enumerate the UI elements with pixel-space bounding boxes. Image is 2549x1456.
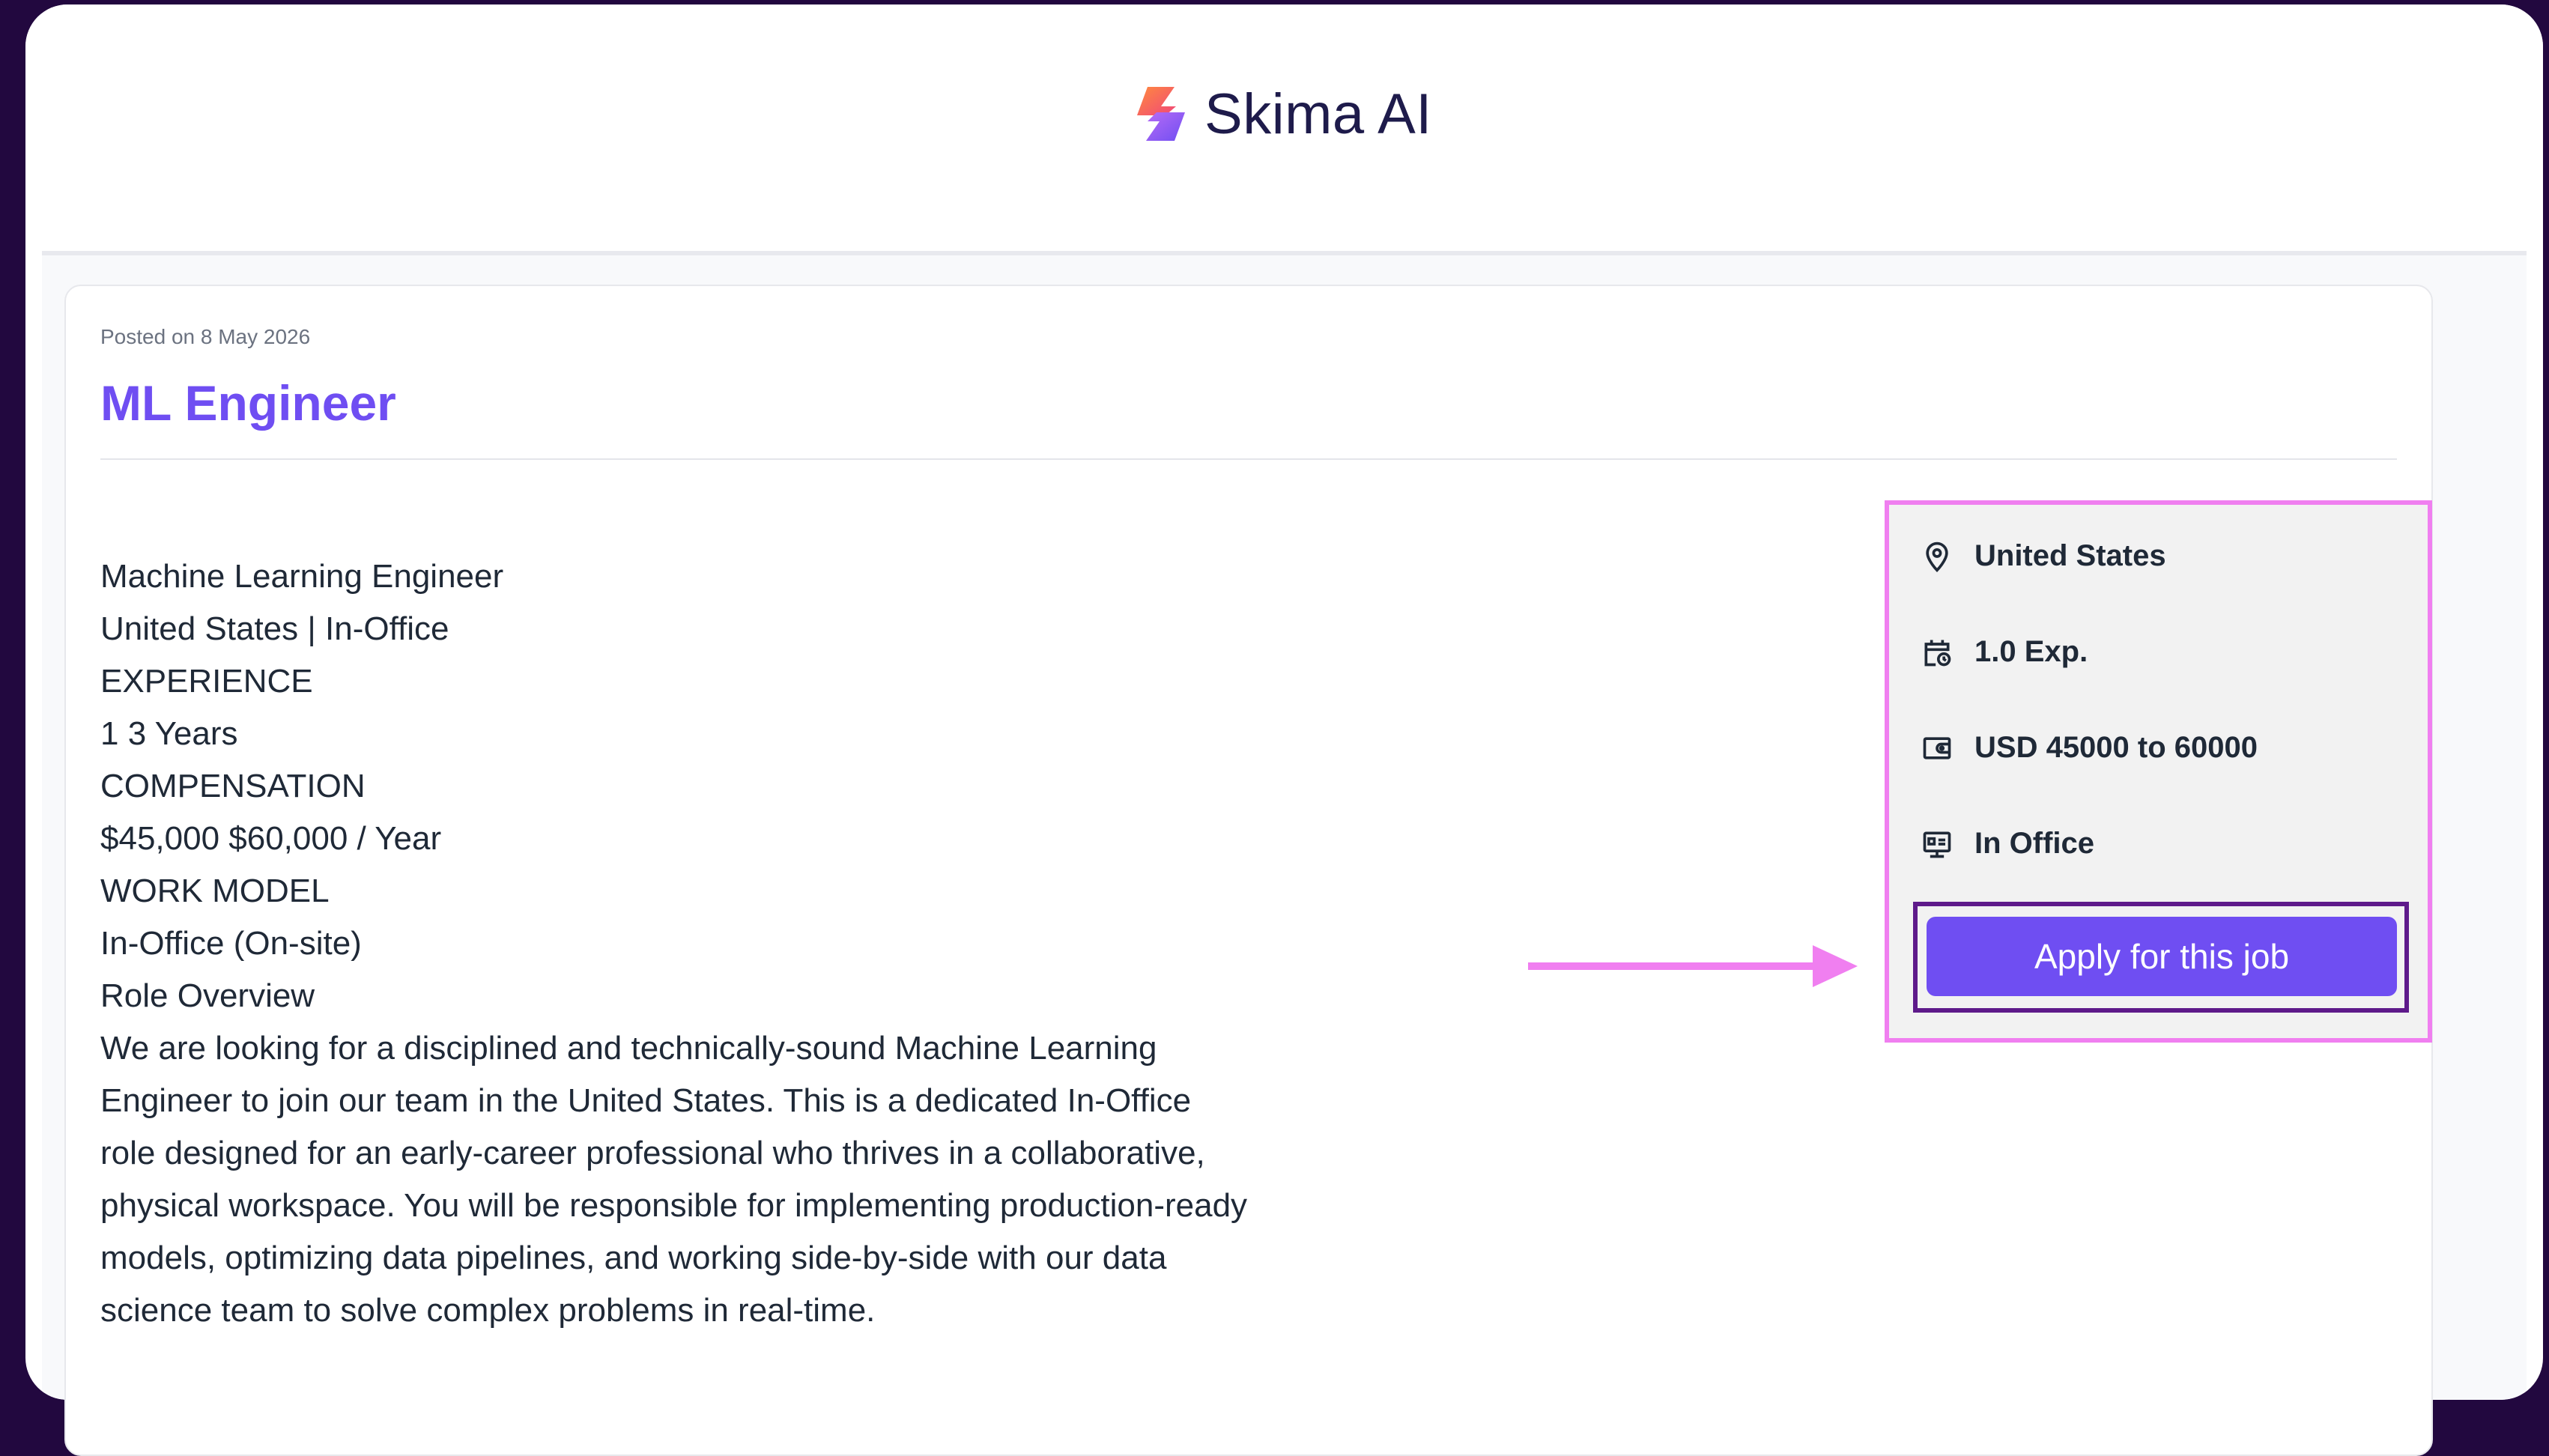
description-line: EXPERIENCE: [100, 663, 313, 700]
location-pin-icon: [1921, 540, 1954, 573]
wallet-icon: [1921, 732, 1954, 765]
summary-experience: 1.0 Exp.: [1921, 635, 2088, 669]
work-model-text: In Office: [1974, 827, 2095, 860]
description-line: In-Office (On-site): [100, 925, 362, 962]
calendar-clock-icon: [1921, 636, 1954, 669]
experience-text: 1.0 Exp.: [1974, 635, 2088, 668]
pointer-arrow-icon: [1528, 945, 1858, 987]
description-line: Machine Learning Engineer: [100, 558, 504, 595]
title-divider: [100, 458, 2397, 460]
description-line: WORK MODEL: [100, 873, 330, 909]
description-line: Role Overview: [100, 977, 315, 1014]
apply-button[interactable]: Apply for this job: [1927, 917, 2397, 996]
description-line: United States | In-Office: [100, 610, 449, 647]
description-line: $45,000 $60,000 / Year: [100, 820, 442, 857]
job-summary-panel: United States 1.0 Exp. USD 45000 to 6000…: [1885, 500, 2432, 1043]
summary-location: United States: [1921, 539, 2166, 573]
description-line: science team to solve complex problems i…: [100, 1292, 876, 1329]
office-icon: [1921, 828, 1954, 861]
description-line: role designed for an early-career profes…: [100, 1135, 1205, 1171]
description-line: We are looking for a disciplined and tec…: [100, 1030, 1157, 1067]
posted-date: Posted on 8 May 2026: [100, 325, 311, 348]
description-line: models, optimizing data pipelines, and w…: [100, 1240, 1167, 1276]
summary-salary: USD 45000 to 60000: [1921, 731, 2258, 765]
site-header: Skima AI: [25, 4, 2543, 251]
salary-text: USD 45000 to 60000: [1974, 731, 2258, 764]
description-line: Engineer to join our team in the United …: [100, 1082, 1192, 1119]
description-line: 1 3 Years: [100, 715, 238, 752]
logo-text: Skima AI: [1204, 82, 1432, 146]
job-title: ML Engineer: [100, 375, 396, 431]
description-line: physical workspace. You will be responsi…: [100, 1187, 1248, 1224]
apply-button-highlight: Apply for this job: [1913, 902, 2409, 1013]
description-line: COMPENSATION: [100, 768, 366, 804]
job-description: Machine Learning Engineer United States …: [100, 550, 1344, 1337]
location-text: United States: [1974, 539, 2166, 572]
skima-logo[interactable]: Skima AI: [1131, 82, 1432, 146]
summary-work-model: In Office: [1921, 827, 2094, 861]
skima-logo-icon: [1137, 87, 1185, 141]
